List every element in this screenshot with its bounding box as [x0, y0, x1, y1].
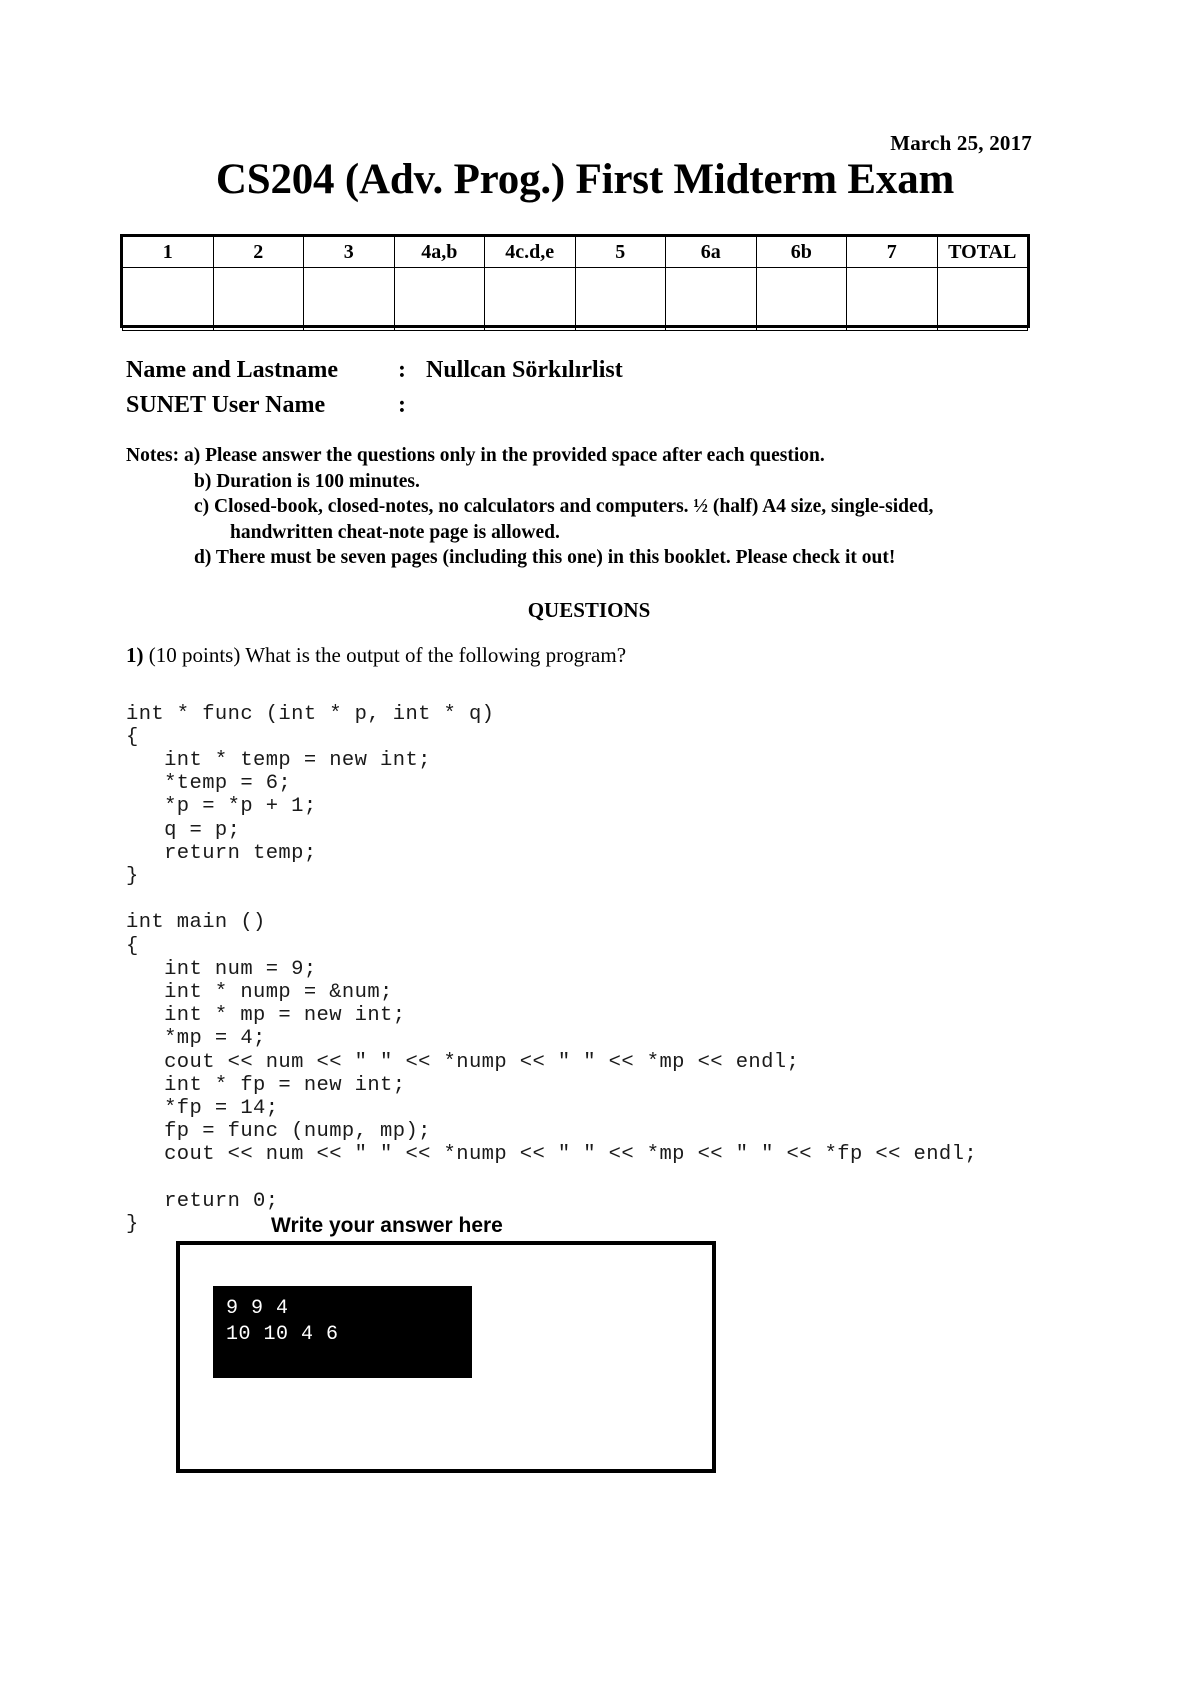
- grade-cell-2[interactable]: [212, 267, 304, 331]
- exam-date: March 25, 2017: [890, 131, 1032, 155]
- note-line-a: Notes: a) Please answer the questions on…: [126, 443, 1066, 469]
- grade-col-2: 2: [212, 236, 304, 268]
- grade-cell-5[interactable]: [574, 267, 666, 331]
- grade-col-5: 5: [574, 236, 666, 268]
- grade-cell-7[interactable]: [846, 267, 938, 331]
- notes-block: Notes: a) Please answer the questions on…: [126, 443, 1066, 571]
- sunet-label: SUNET User Name: [126, 392, 326, 418]
- question-1-number: 1): [126, 643, 144, 667]
- grade-col-6b: 6b: [755, 236, 847, 268]
- note-line-b: b) Duration is 100 minutes.: [126, 469, 1066, 495]
- question-1-prompt: 1) (10 points) What is the output of the…: [126, 643, 626, 668]
- grade-table-header-row: 1 2 3 4a,b 4c.d,e 5 6a 6b 7 TOTAL: [122, 236, 1028, 268]
- grade-cell-4ab[interactable]: [393, 267, 485, 331]
- note-d-text: d) There must be seven pages (including …: [194, 547, 896, 568]
- note-line-d: d) There must be seven pages (including …: [126, 545, 1066, 571]
- grade-table-value-row: [122, 267, 1028, 331]
- name-value[interactable]: Nullcan Sörkılırlist: [426, 357, 623, 383]
- note-b-text: b) Duration is 100 minutes.: [194, 470, 420, 492]
- note-c-text-cont: handwritten cheat-note page is allowed.: [230, 521, 560, 543]
- grade-col-6a: 6a: [665, 236, 757, 268]
- question-1-text: What is the output of the following prog…: [245, 643, 627, 667]
- sunet-field-row: SUNET User Name:: [126, 392, 426, 419]
- name-field-row: Name and Lastname: Nullcan Sörkılırlist: [126, 357, 623, 384]
- note-a-text: a) Please answer the questions only in t…: [183, 445, 825, 466]
- grade-col-1: 1: [122, 236, 214, 268]
- grade-cell-1[interactable]: [122, 267, 214, 331]
- grade-cell-6b[interactable]: [755, 267, 847, 331]
- note-c-text: c) Closed-book, closed-notes, no calcula…: [194, 496, 934, 517]
- grade-col-7: 7: [846, 236, 938, 268]
- question-1-points: (10 points): [148, 643, 241, 667]
- page-title: CS204 (Adv. Prog.) First Midterm Exam: [215, 156, 955, 203]
- notes-lead: Notes:: [126, 445, 180, 466]
- name-label: Name and Lastname: [126, 357, 339, 383]
- terminal-output: 9 9 4 10 10 4 6: [213, 1286, 472, 1378]
- grade-col-3: 3: [303, 236, 395, 268]
- name-colon: :: [398, 357, 406, 383]
- grade-cell-6a[interactable]: [665, 267, 757, 331]
- grade-cell-total[interactable]: [936, 267, 1028, 331]
- answer-box[interactable]: 9 9 4 10 10 4 6: [176, 1241, 716, 1473]
- grade-table: 1 2 3 4a,b 4c.d,e 5 6a 6b 7 TOTAL: [122, 236, 1028, 331]
- answer-label: Write your answer here: [271, 1214, 503, 1237]
- note-line-c-cont: handwritten cheat-note page is allowed.: [126, 520, 1066, 546]
- sunet-colon: :: [398, 392, 406, 418]
- grade-col-4ab: 4a,b: [393, 236, 485, 268]
- grade-col-4cde: 4c.d,e: [484, 236, 576, 268]
- grade-col-total: TOTAL: [936, 236, 1028, 268]
- note-line-c: c) Closed-book, closed-notes, no calcula…: [126, 494, 1066, 520]
- questions-heading: QUESTIONS: [527, 598, 651, 622]
- grade-cell-4cde[interactable]: [484, 267, 576, 331]
- grade-cell-3[interactable]: [303, 267, 395, 331]
- exam-page: March 25, 2017 CS204 (Adv. Prog.) First …: [0, 0, 1200, 1697]
- question-1-code: int * func (int * p, int * q) { int * te…: [126, 702, 978, 1236]
